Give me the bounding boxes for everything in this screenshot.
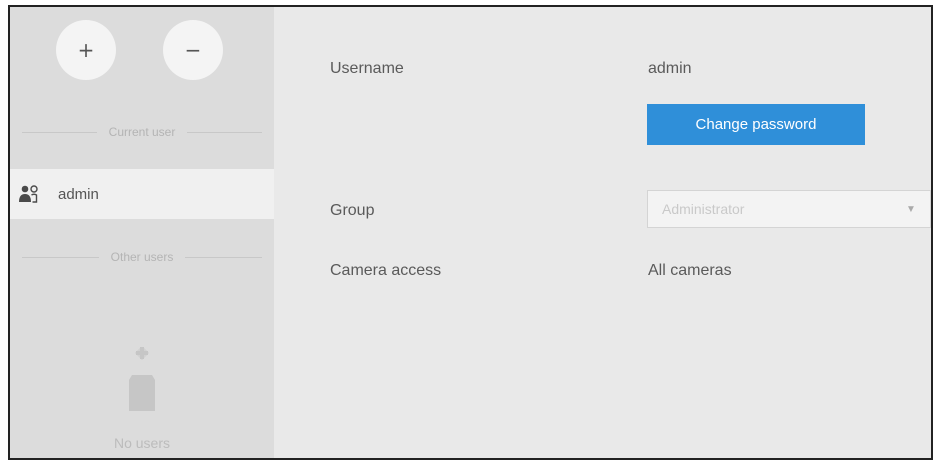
camera-access-value: All cameras [648,262,732,279]
camera-access-label: Camera access [330,262,442,279]
no-users-text: No users [113,435,171,451]
username-value: admin [648,60,692,77]
user-group-icon [18,184,40,204]
no-users-icon [120,345,164,422]
current-user-header-label: Current user [108,125,176,139]
divider [22,256,99,258]
group-label: Group [330,202,375,219]
user-settings-panel: + − Current user admin Other users No us… [8,5,933,460]
add-user-button[interactable]: + [56,20,116,80]
user-sidebar: + − Current user admin Other users No us… [10,7,274,458]
group-select-value: Administrator [662,201,745,217]
divider [22,131,97,133]
user-list-item-label: admin [58,185,99,203]
username-label: Username [330,60,404,77]
divider [185,256,263,258]
group-select[interactable]: Administrator ▼ [647,190,931,228]
chevron-down-icon: ▼ [906,203,916,215]
user-list-item-admin[interactable]: admin [10,169,274,219]
divider [187,131,263,133]
other-users-header: Other users [10,250,274,264]
other-users-header-label: Other users [110,250,174,264]
change-password-button[interactable]: Change password [647,104,865,145]
remove-user-button[interactable]: − [163,20,223,80]
current-user-header: Current user [10,125,274,139]
